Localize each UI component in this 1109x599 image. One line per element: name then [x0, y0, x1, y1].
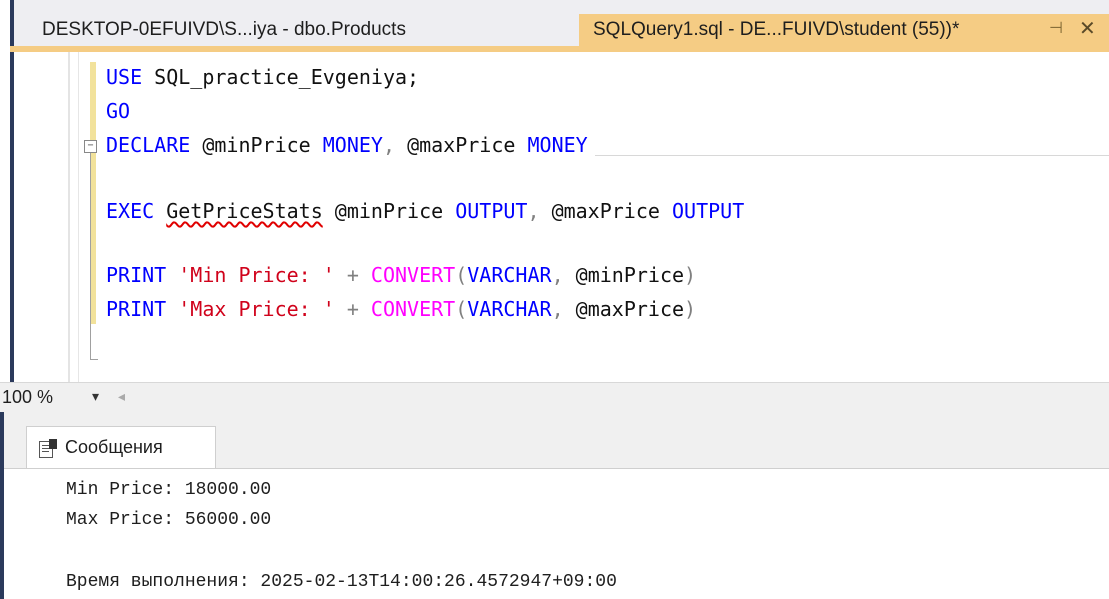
tab-messages[interactable]: Сообщения	[26, 426, 216, 468]
code-line-3: DECLARE @minPrice MONEY, @maxPrice MONEY	[106, 132, 588, 158]
code-keyword: OUTPUT	[455, 199, 528, 223]
outline-guide	[90, 153, 91, 359]
results-tab-row: Сообщения	[4, 412, 1109, 469]
code-keyword: DECLARE	[106, 133, 191, 157]
document-tab-strip: DESKTOP-0EFUIVD\S...iya - dbo.Products S…	[10, 0, 1109, 52]
tab-messages-label: Сообщения	[65, 437, 163, 457]
code-type: VARCHAR	[467, 263, 552, 287]
tab-products-table[interactable]: DESKTOP-0EFUIVD\S...iya - dbo.Products	[24, 14, 579, 46]
code-separator: ,	[527, 199, 552, 223]
message-line-execution-time: Время выполнения: 2025-02-13T14:00:26.45…	[66, 572, 617, 592]
editor-status-bar: 100 % ▾ ◂	[0, 382, 1109, 414]
code-paren: (	[455, 263, 468, 287]
code-function: CONVERT	[370, 263, 456, 287]
code-operator: +	[334, 263, 371, 287]
code-paren: )	[684, 263, 697, 287]
code-variable: @minPrice	[190, 133, 323, 157]
code-variable: @maxPrice	[407, 133, 528, 157]
code-line-1: USE SQL_practice_Evgeniya;	[106, 64, 419, 90]
code-variable: @minPrice	[575, 263, 685, 287]
results-pane: Сообщения Min Price: 18000.00 Max Price:…	[0, 412, 1109, 599]
code-separator: ,	[551, 297, 576, 321]
messages-icon	[39, 438, 57, 458]
zoom-dropdown-icon[interactable]: ▾	[92, 388, 99, 405]
editor-separator-line	[595, 155, 1109, 156]
code-procedure-name: GetPriceStats	[166, 199, 323, 223]
code-line-5: PRINT 'Min Price: ' + CONVERT(VARCHAR, @…	[106, 262, 696, 288]
code-paren: (	[455, 297, 468, 321]
code-line-4: EXEC GetPriceStats @minPrice OUTPUT, @ma…	[106, 198, 744, 224]
code-keyword: PRINT	[106, 297, 167, 321]
scroll-left-icon[interactable]: ◂	[118, 388, 125, 405]
code-keyword: PRINT	[106, 263, 167, 287]
code-keyword: EXEC	[106, 199, 155, 223]
code-type: MONEY	[527, 133, 588, 157]
code-function: CONVERT	[370, 297, 456, 321]
code-string: 'Max Price: '	[166, 297, 335, 321]
pin-tab-icon[interactable]: ⊣	[1049, 18, 1063, 38]
code-line-2: GO	[106, 98, 130, 124]
collapse-outline-icon[interactable]: −	[84, 140, 97, 153]
code-keyword: USE	[106, 65, 143, 89]
zoom-level[interactable]: 100 %	[2, 387, 53, 408]
code-text: SQL_practice_Evgeniya;	[142, 65, 420, 89]
code-separator: ,	[382, 133, 408, 157]
tab-sqlquery1[interactable]: SQLQuery1.sql - DE...FUIVD\student (55))…	[579, 14, 1109, 46]
code-variable: @minPrice	[322, 199, 456, 223]
editor-margin-line	[68, 52, 70, 382]
close-tab-icon[interactable]: ✕	[1079, 16, 1096, 41]
code-variable: @maxPrice	[575, 297, 685, 321]
code-paren: )	[684, 297, 697, 321]
code-separator: ,	[551, 263, 576, 287]
code-type: MONEY	[322, 133, 383, 157]
query-editor[interactable]: − USE SQL_practice_Evgeniya; GO DECLARE …	[10, 52, 1109, 382]
code-keyword: OUTPUT	[671, 199, 745, 223]
code-line-6: PRINT 'Max Price: ' + CONVERT(VARCHAR, @…	[106, 296, 696, 322]
code-keyword: GO	[106, 99, 131, 123]
message-line: Max Price: 56000.00	[66, 510, 272, 530]
tab-products-label: DESKTOP-0EFUIVD\S...iya - dbo.Products	[42, 19, 406, 40]
message-line: Min Price: 18000.00	[66, 480, 272, 500]
code-type: VARCHAR	[467, 297, 552, 321]
code-operator: +	[334, 297, 371, 321]
code-string: 'Min Price: '	[166, 263, 335, 287]
code-variable: @maxPrice	[551, 199, 672, 223]
tab-sqlquery1-label: SQLQuery1.sql - DE...FUIVD\student (55))…	[593, 19, 960, 40]
outline-guide-end	[90, 359, 98, 360]
